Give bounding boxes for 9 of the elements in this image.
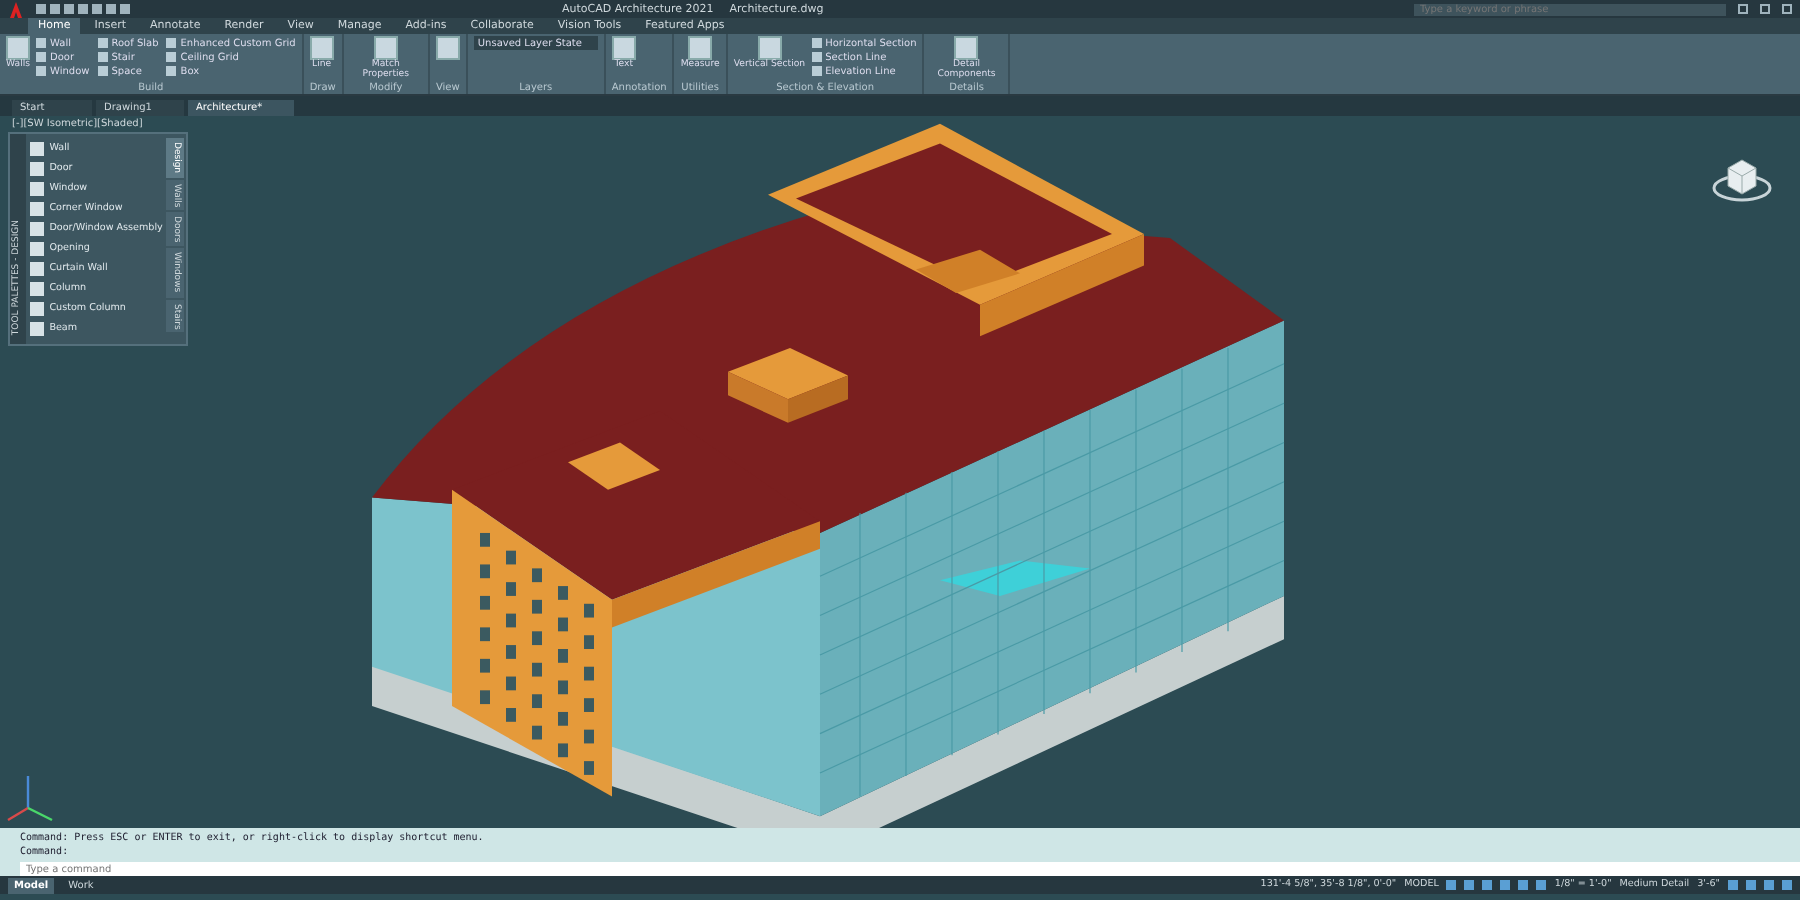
tool-icon: [757, 36, 782, 60]
ucs-axes-icon: [4, 772, 56, 824]
tool-icon: [309, 36, 334, 60]
tool-icon: [688, 36, 713, 60]
tool-icon: [954, 36, 979, 60]
tool-icon: [611, 36, 636, 60]
tool-icon: [6, 36, 30, 60]
view-tool-icon[interactable]: [435, 36, 460, 60]
tool-icon: [373, 36, 398, 60]
